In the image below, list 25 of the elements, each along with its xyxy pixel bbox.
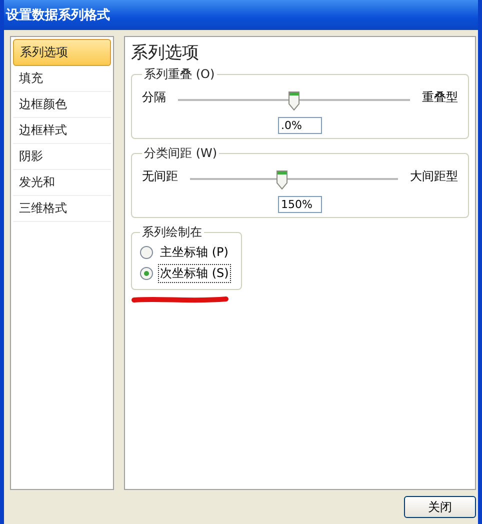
- slider-label: 大间距型: [410, 168, 458, 184]
- percent-field[interactable]: 150%: [278, 196, 322, 213]
- group-legend: 分类间距 (W): [142, 145, 220, 162]
- panel-heading: 系列选项: [131, 42, 200, 64]
- radio-button[interactable]: [140, 246, 153, 259]
- slider-thumb[interactable]: [288, 91, 300, 111]
- sidebar-item[interactable]: 填充: [13, 66, 111, 92]
- radio-button[interactable]: [140, 267, 153, 280]
- sidebar-item[interactable]: 边框样式: [13, 118, 111, 144]
- radio-label[interactable]: 主坐标轴 (P): [158, 243, 230, 262]
- group-legend: 系列绘制在: [140, 224, 204, 241]
- radio-label[interactable]: 次坐标轴 (S): [158, 264, 231, 283]
- sidebar-item[interactable]: 发光和: [13, 170, 111, 196]
- slider-label: 分隔: [142, 88, 166, 106]
- close-button[interactable]: 关闭: [404, 496, 476, 518]
- window-title: 设置数据系列格式: [6, 6, 110, 24]
- slider-label: 无间距: [142, 168, 178, 184]
- slider-label: 重叠型: [422, 88, 458, 106]
- group-legend: 系列重叠 (O): [142, 66, 217, 83]
- sidebar-item[interactable]: 阴影: [13, 144, 111, 170]
- percent-field[interactable]: .0%: [278, 117, 322, 134]
- slider-thumb[interactable]: [276, 170, 288, 190]
- sidebar-item[interactable]: 边框颜色: [13, 92, 111, 118]
- sidebar-item[interactable]: 三维格式: [13, 196, 111, 222]
- sidebar-item[interactable]: 系列选项: [13, 39, 111, 66]
